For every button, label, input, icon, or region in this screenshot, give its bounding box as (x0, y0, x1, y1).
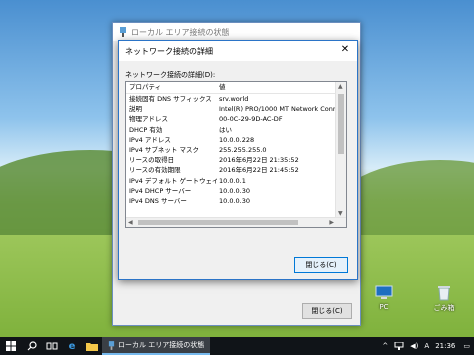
details-dialog-title: ネットワーク接続の詳細 (125, 46, 213, 56)
property-value: 10.0.0.228 (219, 135, 255, 144)
list-item[interactable]: IPv4 DNS サーバー 10.0.0.30 (126, 196, 346, 206)
task-view-button[interactable] (42, 337, 62, 355)
list-item[interactable]: 接続固有 DNS サフィックス srv.world (126, 94, 346, 104)
details-dialog: ネットワーク接続の詳細 ✕ ネットワーク接続の詳細(D): プロパティ 値 接続… (118, 40, 358, 280)
details-list-label: ネットワーク接続の詳細(D): (125, 71, 216, 79)
network-adapter-icon (120, 27, 126, 37)
property-value: 10.0.0.30 (219, 196, 251, 205)
task-view-icon (46, 342, 58, 350)
property-name: 接続固有 DNS サフィックス (129, 95, 212, 103)
details-list[interactable]: プロパティ 値 接続固有 DNS サフィックス srv.world 説明 Intel… (125, 81, 347, 228)
desktop-icon-label: ごみ箱 (433, 304, 455, 312)
list-item[interactable]: 説明 Intel(R) PRO/1000 MT Network Conne (126, 104, 346, 114)
start-button[interactable] (0, 337, 22, 355)
notification-icon[interactable]: ▭ (463, 342, 470, 350)
desktop-icon-recycle-bin[interactable]: ごみ箱 (426, 285, 462, 313)
windows-logo-icon (6, 341, 16, 351)
status-window-titlebar[interactable]: ローカル エリア接続の状態 (113, 23, 360, 41)
horizontal-scroll-thumb[interactable] (138, 220, 298, 225)
property-name: IPv4 アドレス (129, 135, 171, 144)
scroll-down-icon[interactable]: ▼ (338, 210, 343, 217)
vertical-scrollbar[interactable]: ▲ ▼ (335, 82, 346, 227)
taskbar-task-label: ローカル エリア接続の状態 (118, 341, 205, 349)
ime-indicator[interactable]: A (424, 342, 429, 350)
search-icon (27, 341, 37, 351)
search-button[interactable] (22, 337, 42, 355)
network-icon[interactable] (394, 342, 404, 350)
property-name: IPv4 DNS サーバー (129, 196, 187, 205)
pc-icon (375, 285, 393, 299)
property-name: リースの取得日 (129, 156, 175, 165)
property-name: IPv4 サブネット マスク (129, 145, 199, 154)
chevron-up-icon[interactable]: ^ (382, 342, 388, 350)
list-item[interactable]: IPv4 アドレス 10.0.0.228 (126, 135, 346, 145)
desktop-icon-pc[interactable]: PC (366, 285, 402, 311)
list-item[interactable]: IPv4 DHCP サーバー 10.0.0.30 (126, 186, 346, 196)
file-explorer-button[interactable] (82, 337, 102, 355)
property-value: srv.world (219, 95, 249, 103)
property-value: 10.0.0.30 (219, 186, 251, 195)
property-name: 説明 (129, 105, 142, 114)
scroll-up-icon[interactable]: ▲ (338, 83, 343, 90)
property-name: IPv4 デフォルト ゲートウェイ (129, 176, 217, 185)
horizontal-scrollbar[interactable]: ◀ ▶ (126, 217, 346, 227)
list-item[interactable]: リースの有効期限 2016年6月22日 21:45:52 (126, 165, 346, 175)
edge-icon: e (68, 340, 76, 352)
property-name: IPv4 DHCP サーバー (129, 186, 192, 195)
property-value: はい (219, 125, 232, 134)
vertical-scroll-thumb[interactable] (338, 94, 344, 154)
status-window-title: ローカル エリア接続の状態 (131, 27, 230, 37)
recycle-bin-icon (438, 286, 450, 301)
list-header: プロパティ 値 (126, 82, 346, 94)
property-name: リースの有効期限 (129, 166, 181, 175)
folder-icon (86, 343, 98, 351)
column-header-value[interactable]: 値 (217, 82, 346, 93)
property-value: 2016年6月22日 21:45:52 (219, 166, 299, 175)
property-value: 10.0.0.1 (219, 176, 246, 185)
taskbar: e ローカル エリア接続の状態 ^ ◀) A 21:36 ▭ (0, 337, 474, 355)
property-value: 255.255.255.0 (219, 145, 267, 154)
close-icon[interactable]: ✕ (339, 44, 351, 56)
desktop-icon-label: PC (379, 303, 389, 311)
edge-button[interactable]: e (62, 337, 82, 355)
list-item[interactable]: 物理アドレス 00-0C-29-9D-AC-DF (126, 114, 346, 124)
scroll-right-icon[interactable]: ▶ (329, 219, 334, 226)
list-item[interactable]: IPv4 デフォルト ゲートウェイ 10.0.0.1 (126, 176, 346, 186)
details-close-button[interactable]: 閉じる(C) (294, 257, 348, 273)
network-adapter-icon (108, 340, 115, 350)
property-name: 物理アドレス (129, 115, 168, 124)
scroll-left-icon[interactable]: ◀ (128, 219, 133, 226)
volume-icon[interactable]: ◀) (410, 342, 418, 350)
property-name: DHCP 有効 (129, 125, 163, 134)
list-item[interactable]: IPv4 サブネット マスク 255.255.255.0 (126, 145, 346, 155)
details-dialog-titlebar[interactable]: ネットワーク接続の詳細 ✕ (119, 41, 357, 61)
property-value: 00-0C-29-9D-AC-DF (219, 115, 283, 124)
taskbar-task-network-status[interactable]: ローカル エリア接続の状態 (102, 337, 211, 355)
property-value: Intel(R) PRO/1000 MT Network Conne (219, 105, 341, 114)
column-header-property[interactable]: プロパティ (126, 82, 217, 93)
property-value: 2016年6月22日 21:35:52 (219, 156, 299, 165)
system-tray: ^ ◀) A 21:36 ▭ (382, 342, 474, 350)
status-close-button[interactable]: 閉じる(C) (302, 303, 352, 319)
clock[interactable]: 21:36 (435, 342, 455, 350)
list-item[interactable]: リースの取得日 2016年6月22日 21:35:52 (126, 155, 346, 165)
list-item[interactable]: DHCP 有効 はい (126, 125, 346, 135)
